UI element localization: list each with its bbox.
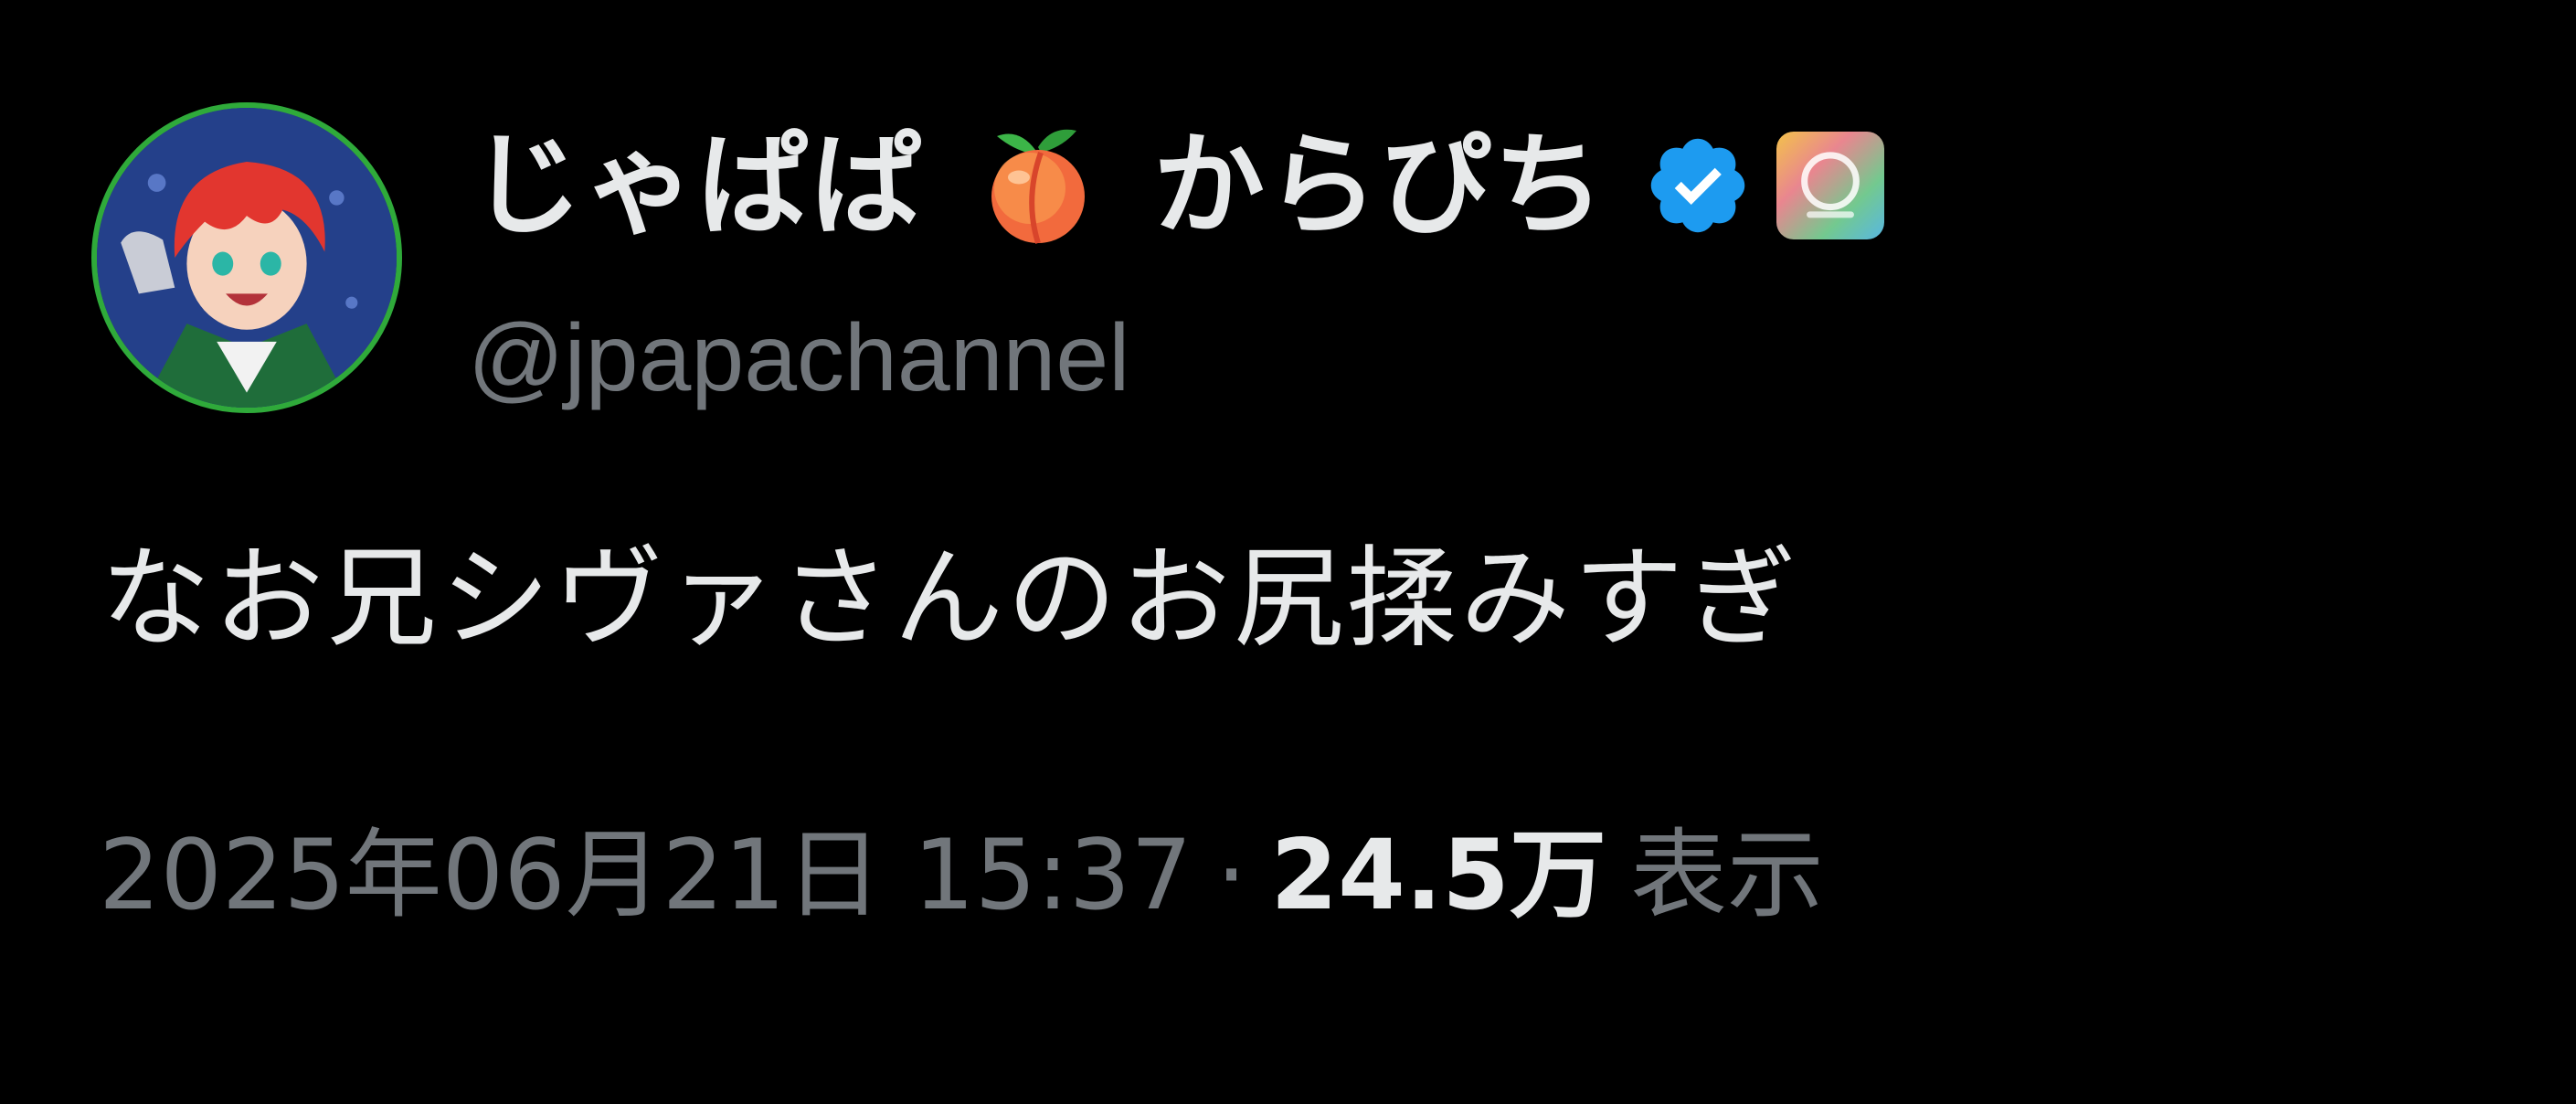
- avatar[interactable]: [91, 102, 402, 413]
- views-count: 24.5万: [1270, 819, 1606, 931]
- tweet-timestamp[interactable]: 2025年06月21日 15:37: [99, 819, 1193, 931]
- peach-icon: [991, 129, 1086, 244]
- author-display-name[interactable]: じゃぱぱ からぴち: [471, 117, 1606, 254]
- verified-badge-icon[interactable]: [1643, 131, 1753, 240]
- tweet: じゃぱぱ からぴち @jpapachannel なお兄シヴァさんのお尻揉みすぎ …: [0, 0, 2576, 1104]
- views-label: 表示: [1629, 819, 1824, 931]
- tweet-meta: 2025年06月21日 15:37 · 24.5万 表示: [99, 827, 1824, 924]
- tweet-text: なお兄シヴァさんのお尻揉みすぎ: [101, 536, 1800, 663]
- author-name-row[interactable]: じゃぱぱ からぴち: [471, 108, 1884, 263]
- author-handle[interactable]: @jpapachannel: [468, 311, 1129, 406]
- author-name-part1: じゃぱぱ: [471, 121, 924, 250]
- author-name-part2: からぴち: [1152, 121, 1606, 250]
- affiliate-badge-icon[interactable]: [1776, 132, 1884, 239]
- avatar-icon: [97, 108, 397, 408]
- meta-separator: ·: [1215, 819, 1247, 931]
